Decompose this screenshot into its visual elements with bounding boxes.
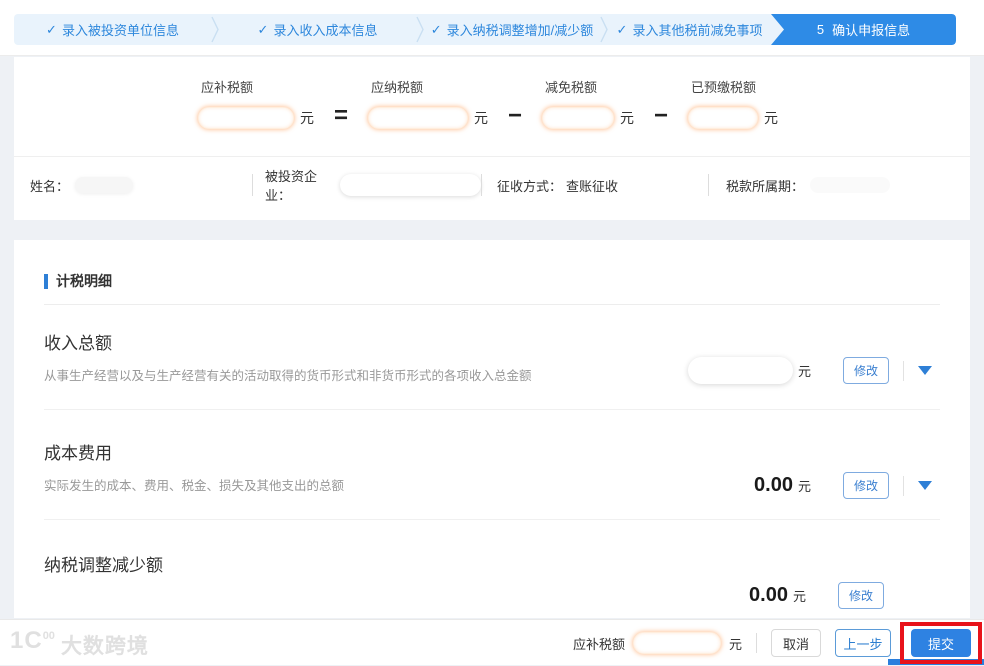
step-separator	[211, 14, 219, 45]
step-separator	[416, 14, 424, 45]
row-value-redacted	[687, 357, 793, 384]
watermark-logo: 1C00 大数跨境	[10, 627, 149, 660]
unit-label: 元	[300, 110, 314, 126]
minus-sign: −	[654, 102, 669, 129]
term-label: 应纳税额	[371, 80, 424, 95]
tax-payable-input[interactable]	[198, 107, 294, 129]
collection-method-label: 征收方式：	[497, 178, 563, 194]
invested-company-value-redacted	[340, 174, 481, 196]
edit-button[interactable]: 修改	[837, 582, 884, 609]
footer-controls: 应补税额 元 取消 上一步 提交	[573, 620, 982, 666]
row-actions: 元 修改	[687, 357, 932, 384]
check-icon: ✓	[430, 21, 442, 37]
cancel-button[interactable]: 取消	[771, 629, 821, 657]
name-label: 姓名：	[30, 178, 70, 194]
unit-label: 元	[797, 479, 811, 494]
divider	[903, 475, 904, 496]
divider	[903, 360, 904, 381]
step-1-invested-unit-info[interactable]: ✓ 录入被投资单位信息	[14, 14, 211, 45]
watermark-mark: 1C00	[10, 627, 55, 654]
footer-action-bar: 1C00 大数跨境 应补税额 元 取消 上一步 提交	[0, 619, 984, 665]
unit-label: 元	[797, 364, 811, 379]
amount-input[interactable]	[632, 632, 721, 654]
term-label: 减免税额	[545, 80, 598, 95]
row-actions: 0.00 元 修改	[754, 472, 932, 499]
prepaid-tax-input[interactable]	[688, 107, 759, 129]
step-wizard: ✓ 录入被投资单位信息 ✓ 录入收入成本信息 ✓ 录入纳税调整增加/减少额 ✓ …	[14, 14, 956, 45]
row-title: 纳税调整减少额	[44, 556, 163, 575]
tax-summary-card: 应补税额 元 = 应纳税额 元 − 减免税额 元 − 已预缴税额 元 姓名： 被…	[14, 57, 970, 220]
equals-sign: =	[334, 102, 349, 129]
section-header: 计税明细	[44, 240, 940, 305]
minus-sign: −	[508, 102, 523, 129]
tax-reduction-input[interactable]	[542, 107, 615, 129]
step-separator	[600, 14, 608, 45]
tax-formula: 应补税额 元 = 应纳税额 元 − 减免税额 元 − 已预缴税额 元	[198, 77, 778, 129]
step-number: 5	[816, 22, 825, 37]
term-label: 已预缴税额	[691, 80, 757, 95]
invested-company-label: 被投资企业：	[265, 169, 318, 203]
step-3-tax-adjustment[interactable]: ✓ 录入纳税调整增加/减少额	[424, 14, 600, 45]
tax-detail-card: 计税明细 收入总额 从事生产经营以及与生产经营有关的活动取得的货币形式和非货币形…	[14, 240, 970, 618]
step-label: 录入收入成本信息	[273, 23, 378, 38]
highlight-box: 提交	[900, 622, 982, 664]
edit-button[interactable]: 修改	[842, 357, 889, 384]
step-4-other-deductions[interactable]: ✓ 录入其他税前减免事项	[608, 14, 771, 45]
info-invested-company: 被投资企业：	[253, 166, 481, 204]
unit-label: 元	[620, 110, 635, 126]
watermark-text: 大数跨境	[60, 635, 149, 658]
row-title: 成本费用	[44, 444, 112, 463]
step-label: 录入被投资单位信息	[61, 23, 179, 38]
section-accent-bar	[44, 273, 48, 289]
unit-label: 元	[764, 110, 779, 126]
taxpayer-info-bar: 姓名： 被投资企业： 征收方式： 查账征收 税款所属期：	[30, 157, 960, 213]
step-5-confirm-declaration[interactable]: 5 确认申报信息	[771, 14, 956, 45]
previous-step-button[interactable]: 上一步	[835, 629, 891, 657]
term-label: 应补税额	[201, 80, 254, 95]
header-band: ✓ 录入被投资单位信息 ✓ 录入收入成本信息 ✓ 录入纳税调整增加/减少额 ✓ …	[0, 0, 984, 56]
submit-button[interactable]: 提交	[911, 629, 971, 657]
name-value-redacted	[75, 177, 134, 193]
unit-label: 元	[474, 110, 489, 126]
term-tax-reduction: 减免税额 元	[542, 77, 634, 129]
row-actions: 0.00 元 修改	[749, 582, 884, 609]
row-total-income: 收入总额 从事生产经营以及与生产经营有关的活动取得的货币形式和非货币形式的各项收…	[44, 305, 940, 410]
expand-arrow-icon[interactable]	[918, 481, 932, 490]
unit-label: 元	[728, 636, 742, 652]
tax-period-label: 税款所属期：	[726, 178, 805, 194]
term-tax-due: 应纳税额 元	[368, 77, 488, 129]
row-cost-expense: 成本费用 实际发生的成本、费用、税金、损失及其他支出的总额 0.00 元 修改	[44, 410, 940, 520]
term-prepaid-tax: 已预缴税额 元	[688, 77, 778, 129]
row-tax-adjustment-decrease: 纳税调整减少额 0.00 元 修改	[44, 520, 940, 623]
collection-method-value: 查账征收	[566, 178, 619, 194]
unit-label: 元	[792, 589, 806, 604]
step-label: 录入纳税调整增加/减少额	[446, 23, 594, 38]
amount-label: 应补税额	[572, 636, 625, 652]
step-label: 确认申报信息	[832, 23, 911, 38]
step-2-income-cost-info[interactable]: ✓ 录入收入成本信息	[219, 14, 416, 45]
row-left: 纳税调整减少额	[44, 520, 940, 576]
expand-arrow-icon[interactable]	[918, 366, 932, 375]
term-tax-payable: 应补税额 元	[198, 77, 314, 129]
tax-due-input[interactable]	[368, 107, 469, 129]
check-icon: ✓	[46, 21, 57, 37]
row-value: 0.00	[754, 474, 793, 496]
edit-button[interactable]: 修改	[842, 472, 889, 499]
check-icon: ✓	[257, 21, 269, 37]
info-name: 姓名：	[30, 176, 252, 195]
step-label: 录入其他税前减免事项	[632, 23, 763, 38]
divider	[756, 633, 757, 653]
tax-period-value-redacted	[810, 177, 891, 193]
row-value: 0.00	[749, 584, 788, 606]
section-title: 计税明细	[56, 273, 112, 289]
info-collection-method: 征收方式： 查账征收	[482, 176, 708, 195]
row-title: 收入总额	[44, 334, 112, 353]
info-tax-period: 税款所属期：	[709, 176, 891, 195]
check-icon: ✓	[616, 21, 628, 37]
